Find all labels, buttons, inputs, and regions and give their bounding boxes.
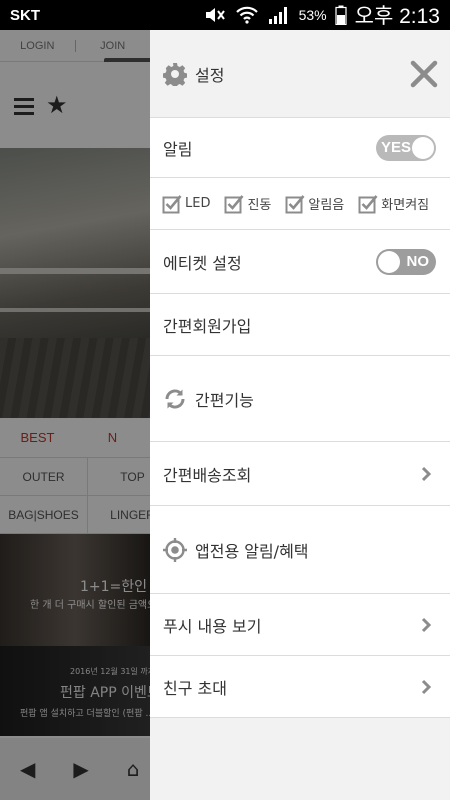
toggle-label: NO	[406, 252, 430, 270]
notification-options-row: LED 진동 알림음 화면켜짐	[150, 178, 450, 230]
option-label: 진동	[247, 198, 272, 213]
notification-row: 알림 YES	[150, 118, 450, 178]
etiquette-toggle[interactable]: NO	[376, 248, 436, 275]
chevron-right-icon	[421, 466, 432, 481]
checkbox-checked-icon	[285, 194, 305, 213]
invite-friend-label: 친구 초대	[163, 678, 227, 698]
settings-drawer: 설정 알림 YES LED 진동 알림음 화면켜짐 에티켓 설정 NO 간편회원…	[150, 30, 450, 800]
battery-icon	[335, 5, 347, 25]
checkbox-checked-icon	[358, 194, 378, 213]
carrier-label: SKT	[10, 6, 40, 24]
option-sound[interactable]: 알림음	[285, 194, 344, 214]
checkbox-checked-icon	[162, 194, 182, 213]
option-vibrate[interactable]: 진동	[224, 194, 271, 214]
option-label: 화면켜짐	[381, 198, 430, 213]
toggle-knob	[378, 250, 400, 273]
drawer-overlay[interactable]	[0, 30, 150, 800]
option-screen-on[interactable]: 화면켜짐	[358, 194, 429, 214]
battery-percent: 53%	[298, 7, 327, 23]
simple-features-row: 간편기능	[150, 356, 450, 442]
toggle-label: YES	[381, 138, 412, 156]
option-label: 알림음	[308, 198, 345, 213]
push-content-label: 푸시 내용 보기	[163, 616, 262, 636]
wifi-icon	[235, 6, 258, 24]
option-led[interactable]: LED	[162, 194, 210, 214]
invite-friend-row[interactable]: 친구 초대	[150, 656, 450, 718]
notification-toggle[interactable]: YES	[376, 134, 436, 161]
target-icon	[163, 537, 187, 562]
drawer-header: 설정	[150, 30, 450, 118]
notification-label: 알림	[163, 139, 193, 159]
etiquette-label: 에티켓 설정	[163, 253, 242, 273]
refresh-icon	[165, 389, 185, 408]
status-bar: SKT 53% 오후 2:13	[0, 0, 450, 30]
checkbox-checked-icon	[224, 194, 244, 213]
toggle-knob	[412, 136, 434, 159]
chevron-right-icon	[421, 679, 432, 694]
delivery-tracking-row[interactable]: 간편배송조회	[150, 442, 450, 506]
simple-join-label: 간편회원가입	[163, 316, 252, 336]
status-icons: 53% 오후 2:13	[203, 0, 440, 30]
chevron-right-icon	[421, 617, 432, 632]
option-label: LED	[185, 196, 211, 211]
etiquette-row: 에티켓 설정 NO	[150, 230, 450, 294]
simple-features-label: 간편기능	[195, 390, 254, 410]
delivery-tracking-label: 간편배송조회	[163, 465, 252, 485]
app-alerts-label: 앱전용 알림/혜택	[195, 541, 309, 561]
simple-join-row[interactable]: 간편회원가입	[150, 294, 450, 356]
push-content-row[interactable]: 푸시 내용 보기	[150, 594, 450, 656]
close-icon[interactable]	[410, 60, 438, 88]
gear-icon	[163, 62, 187, 86]
app-alerts-row: 앱전용 알림/혜택	[150, 506, 450, 594]
clock: 오후 2:13	[354, 5, 440, 28]
signal-icon	[268, 7, 287, 24]
mute-icon	[205, 8, 225, 22]
